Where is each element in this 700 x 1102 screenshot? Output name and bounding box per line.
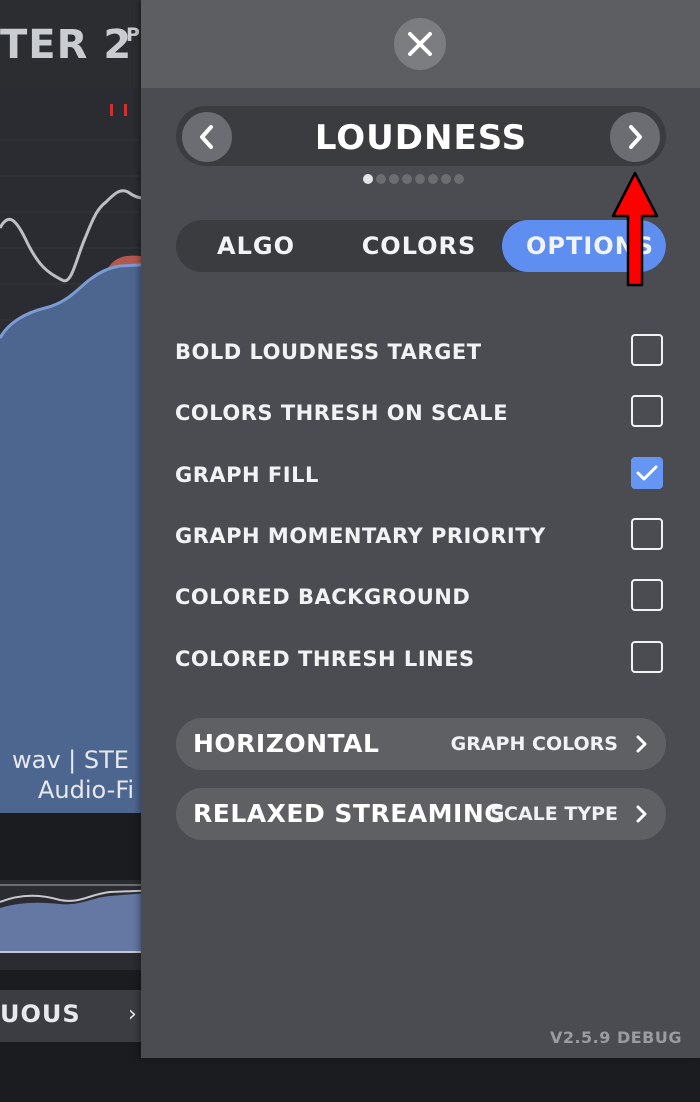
peak-marker — [110, 104, 113, 116]
option-label: GRAPH MOMENTARY PRIORITY — [175, 524, 546, 548]
option-graph-momentary-priority[interactable]: GRAPH MOMENTARY PRIORITY — [175, 518, 665, 554]
file-name: wav | STE — [12, 746, 129, 774]
annotation-arrow-up-icon — [611, 171, 659, 287]
option-label: BOLD LOUDNESS TARGET — [175, 340, 482, 364]
scale-type-selector[interactable]: RELAXED STREAMING SCALE TYPE — [176, 788, 666, 840]
peak-marker — [124, 104, 127, 116]
page-navigator: LOUDNESS — [176, 106, 666, 166]
option-bold-loudness-target[interactable]: BOLD LOUDNESS TARGET — [175, 334, 665, 370]
chevron-left-icon — [200, 125, 213, 149]
version-label: V2.5.9 DEBUG — [549, 1028, 682, 1047]
overview-svg — [0, 884, 160, 953]
page-indicator — [363, 174, 464, 184]
selector-value: RELAXED STREAMING — [193, 799, 506, 828]
tab-bar: ALGO COLORS OPTIONS — [176, 220, 666, 272]
tab-colors[interactable]: COLORS — [336, 220, 502, 272]
option-label: COLORED THRESH LINES — [175, 647, 475, 671]
option-label: GRAPH FILL — [175, 463, 319, 487]
panel-header — [141, 0, 700, 88]
overview-graph[interactable] — [0, 880, 160, 970]
page-dot[interactable] — [441, 174, 451, 184]
check-icon — [636, 465, 658, 481]
close-icon — [408, 32, 432, 56]
option-colored-thresh-lines[interactable]: COLORED THRESH LINES — [175, 641, 665, 677]
page-dot[interactable] — [376, 174, 386, 184]
option-label: COLORED BACKGROUND — [175, 585, 471, 609]
next-page-button[interactable] — [610, 112, 660, 162]
option-label: COLORS THRESH ON SCALE — [175, 401, 509, 425]
chevron-right-icon — [629, 125, 642, 149]
selector-label: GRAPH COLORS — [450, 733, 618, 755]
close-button[interactable] — [394, 18, 446, 70]
page-dot[interactable] — [454, 174, 464, 184]
graph-colors-selector[interactable]: HORIZONTAL GRAPH COLORS — [176, 718, 666, 770]
chevron-right-icon: › — [128, 1002, 137, 1027]
loudness-graph[interactable]: wav | STE Audio-Fi — [0, 88, 160, 813]
option-graph-fill[interactable]: GRAPH FILL — [175, 457, 665, 493]
checkbox[interactable] — [631, 579, 663, 611]
app-header: TER 2 P — [0, 0, 160, 88]
settings-panel: LOUDNESS ALGO COLORS OPTIONS BOLD LOUDNE… — [141, 0, 700, 1058]
app-title: TER 2 — [0, 22, 133, 68]
page-dot[interactable] — [389, 174, 399, 184]
prev-page-button[interactable] — [182, 112, 232, 162]
page-dot[interactable] — [428, 174, 438, 184]
page-dot[interactable] — [402, 174, 412, 184]
checkbox[interactable] — [631, 641, 663, 673]
checkbox[interactable] — [631, 518, 663, 550]
file-type: Audio-Fi — [38, 776, 135, 804]
page-dot[interactable] — [415, 174, 425, 184]
selector-label: SCALE TYPE — [490, 803, 618, 825]
page-title: LOUDNESS — [314, 118, 528, 158]
checkbox[interactable] — [631, 395, 663, 427]
app-title-suffix: P — [126, 24, 140, 46]
page-dot[interactable] — [363, 174, 373, 184]
graph-fill — [0, 264, 160, 813]
tab-algo[interactable]: ALGO — [176, 220, 336, 272]
checkbox[interactable] — [631, 334, 663, 366]
graph-svg — [0, 104, 160, 813]
chevron-right-icon — [636, 805, 647, 823]
checkbox-checked[interactable] — [631, 457, 663, 489]
option-colored-background[interactable]: COLORED BACKGROUND — [175, 579, 665, 615]
chevron-right-icon — [636, 735, 647, 753]
mode-label: UOUS — [0, 1000, 81, 1028]
selector-value: HORIZONTAL — [193, 729, 380, 758]
option-colors-thresh-on-scale[interactable]: COLORS THRESH ON SCALE — [175, 395, 665, 431]
